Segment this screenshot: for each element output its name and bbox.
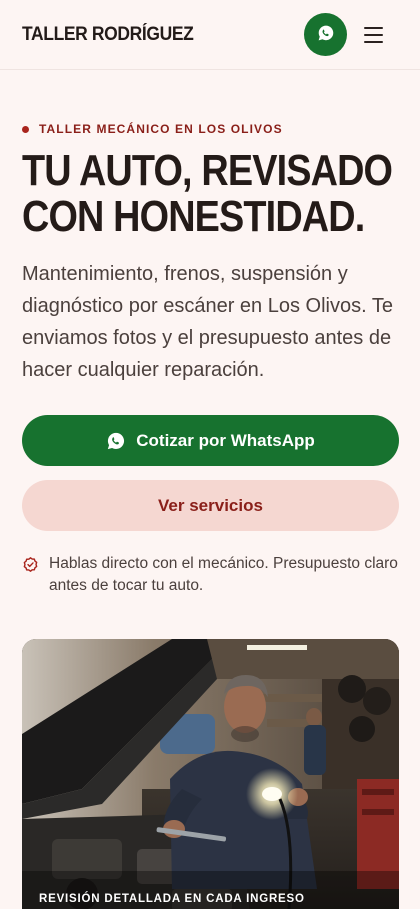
quote-whatsapp-button[interactable]: Cotizar por WhatsApp [22,415,399,466]
whatsapp-header-button[interactable] [304,13,347,56]
headline-line-2: CON HONESTIDAD. [22,192,365,241]
mechanic-illustration [22,639,399,909]
brand-logo-text[interactable]: TALLER RODRÍGUEZ [22,24,194,46]
hero-eyebrow: TALLER MECÁNICO EN LOS OLIVOS [22,122,283,136]
eyebrow-text: TALLER MECÁNICO EN LOS OLIVOS [39,122,283,136]
site-header: TALLER RODRÍGUEZ [0,0,420,70]
trust-note: Hablas directo con el mecánico. Presupue… [22,553,402,597]
trust-text: Hablas directo con el mecánico. Presupue… [49,555,398,594]
headline-line-1: TU AUTO, REVISADO [22,146,393,195]
whatsapp-icon [317,24,335,46]
badge-check-icon [22,556,39,577]
photo-caption: REVISIÓN DETALLADA EN CADA INGRESO [39,893,305,905]
workshop-photo: REVISIÓN DETALLADA EN CADA INGRESO [22,639,399,909]
hero-lead-text: Mantenimiento, frenos, suspensión y diag… [22,263,393,381]
view-services-button[interactable]: Ver servicios [22,480,399,531]
view-services-label: Ver servicios [158,495,263,515]
quote-whatsapp-label: Cotizar por WhatsApp [136,430,315,450]
hero-headline: TU AUTO, REVISADO CON HONESTIDAD. [22,146,393,241]
hamburger-menu-icon[interactable] [362,24,386,46]
whatsapp-icon [106,431,126,451]
eyebrow-dot [22,125,29,133]
